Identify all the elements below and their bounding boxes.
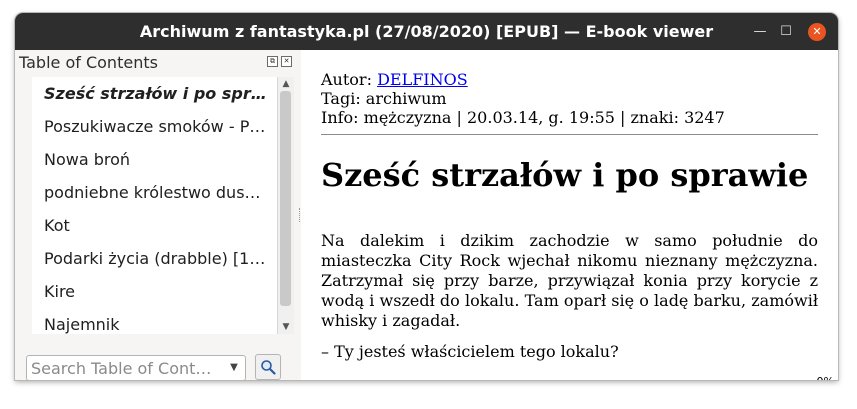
minimize-button[interactable]: — — [752, 24, 768, 40]
author-label: Autor: — [321, 70, 372, 89]
toc-panel: Table of Contents ⧉ ✕ Sześć strzałów i p… — [15, 50, 298, 380]
ebook-viewer-window: Archiwum z fantastyka.pl (27/08/2020) [E… — [15, 13, 838, 380]
toc-header: Table of Contents — [19, 53, 158, 72]
author-link[interactable]: DELFINOS — [377, 70, 468, 89]
title-bar[interactable]: Archiwum z fantastyka.pl (27/08/2020) [E… — [15, 13, 838, 50]
close-button[interactable]: ✕ — [808, 23, 826, 41]
dialog-line: – Ty jesteś właścicielem tego lokalu? — [321, 342, 619, 361]
horizontal-rule — [321, 134, 818, 135]
window-title: Archiwum z fantastyka.pl (27/08/2020) [E… — [139, 22, 714, 41]
toc-search-input[interactable] — [31, 358, 217, 378]
scroll-down-arrow-icon[interactable]: ▼ — [278, 320, 294, 334]
toc-item[interactable]: podniebne królestwo dus… — [32, 176, 277, 209]
toc-item[interactable]: Najemnik — [32, 308, 277, 334]
toc-item[interactable]: Kire — [32, 275, 277, 308]
maximize-button[interactable]: ☐ — [778, 24, 794, 40]
scroll-up-arrow-icon[interactable]: ▲ — [278, 77, 294, 91]
reading-progress: 0% — [817, 375, 834, 380]
info-line: Info: mężczyzna | 20.03.14, g. 19:55 | z… — [321, 108, 725, 127]
search-icon — [261, 360, 276, 375]
dock-close-button[interactable]: ✕ — [281, 56, 292, 67]
scrollbar-thumb[interactable] — [280, 91, 291, 306]
story-paragraph: Na dalekim i dzikim zachodzie w samo poł… — [321, 231, 818, 330]
tags-line: Tagi: archiwum — [321, 89, 447, 108]
toc-item[interactable]: Kot — [32, 209, 277, 242]
book-content[interactable]: Autor: DELFINOS Tagi: archiwum Info: męż… — [301, 50, 838, 380]
toc-item[interactable]: Podarki życia (drabble) [1… — [32, 242, 277, 275]
toc-list[interactable]: Sześć strzałów i po sprawie Poszukiwacze… — [32, 77, 277, 334]
chevron-down-icon[interactable]: ▼ — [227, 361, 241, 375]
toc-item[interactable]: Nowa broń — [32, 143, 277, 176]
toc-search-button[interactable] — [255, 354, 281, 380]
toc-item[interactable]: Poszukiwacze smoków - P… — [32, 110, 277, 143]
chapter-heading: Sześć strzałów i po sprawie — [321, 156, 809, 194]
toc-scrollbar[interactable]: ▲ ▼ — [277, 77, 294, 334]
toc-item[interactable]: Sześć strzałów i po sprawie — [32, 77, 277, 110]
author-line: Autor: DELFINOS — [321, 70, 725, 89]
toc-search-combobox[interactable]: ▼ — [26, 355, 246, 380]
book-meta: Autor: DELFINOS Tagi: archiwum Info: męż… — [321, 70, 725, 127]
dock-float-button[interactable]: ⧉ — [267, 56, 278, 67]
